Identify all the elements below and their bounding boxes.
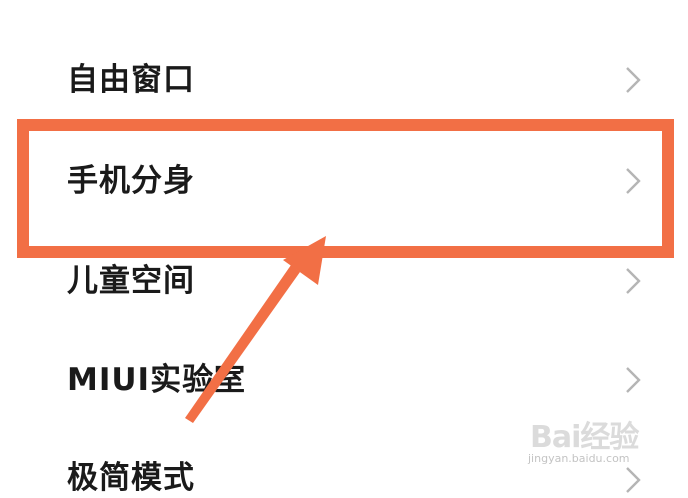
settings-item-label: 极简模式	[67, 460, 195, 496]
settings-item-label: 儿童空间	[67, 263, 195, 299]
settings-item-miui-lab[interactable]: MIUI实验室	[0, 330, 688, 430]
settings-item-free-window[interactable]: 自由窗口	[0, 30, 688, 130]
chevron-right-icon	[626, 467, 641, 493]
settings-item-label: 手机分身	[67, 163, 195, 199]
chevron-right-icon	[626, 168, 641, 194]
settings-item-kid-space[interactable]: 儿童空间	[0, 230, 688, 330]
chevron-right-icon	[626, 67, 641, 93]
settings-item-label: 自由窗口	[67, 62, 195, 98]
chevron-right-icon	[626, 367, 641, 393]
settings-item-simple-mode[interactable]: 极简模式	[0, 430, 688, 496]
chevron-right-icon	[626, 268, 641, 294]
settings-item-dual-apps[interactable]: 手机分身	[0, 130, 688, 230]
settings-list: 自由窗口 手机分身 儿童空间 MIUI实验室 极简模式	[0, 0, 688, 496]
settings-item-label: MIUI实验室	[67, 362, 247, 398]
